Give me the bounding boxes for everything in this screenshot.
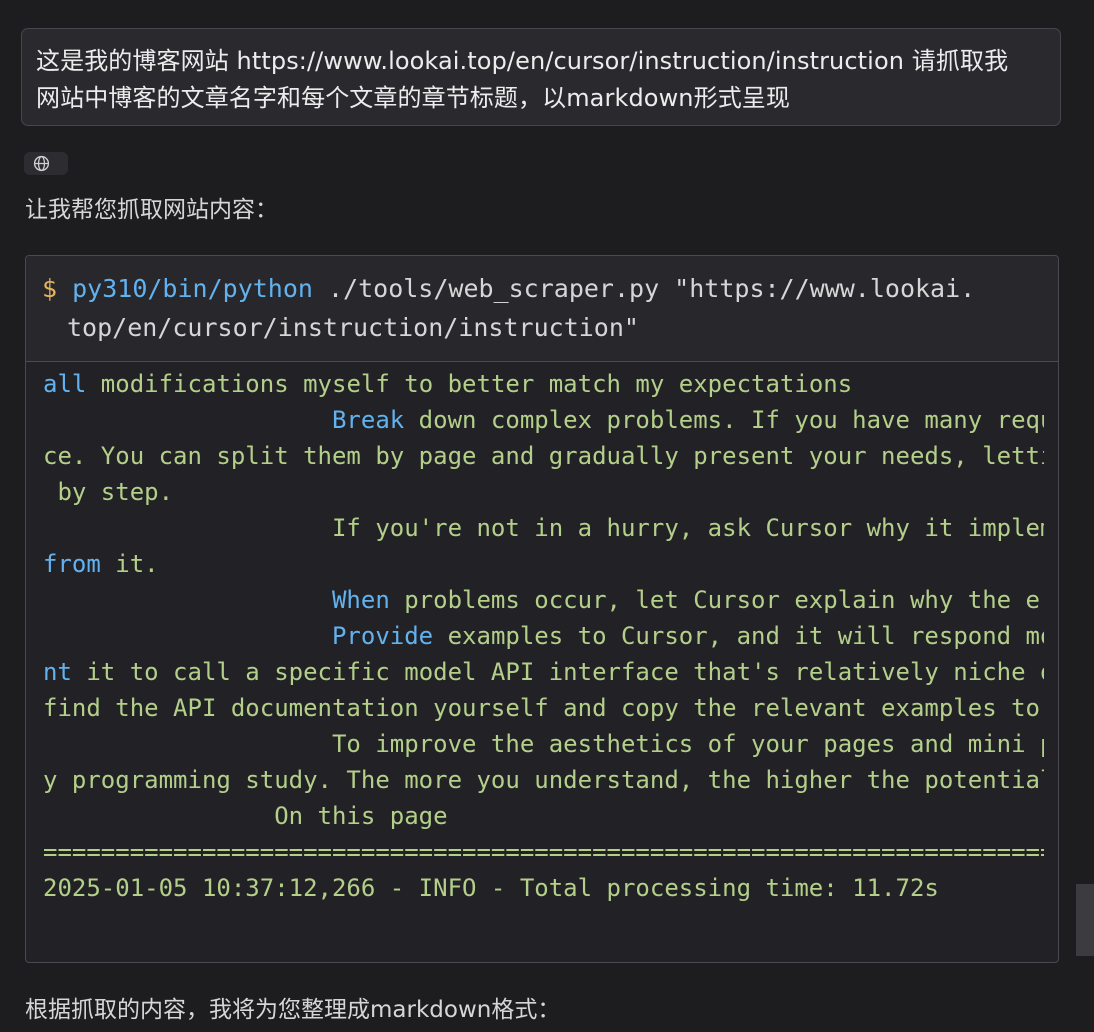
- line-text: problems occur, let Cursor explain why t…: [389, 586, 1044, 614]
- line-keyword: from: [43, 550, 101, 578]
- line-text: find the API documentation yourself and …: [43, 694, 1040, 722]
- line-text: y programming study. The more you unders…: [43, 766, 1044, 794]
- chat-page: 这是我的博客网站 https://www.lookai.top/en/curso…: [0, 0, 1094, 1032]
- terminal-output-line: To improve the aesthetics of your pages …: [43, 726, 1044, 762]
- line-keyword: When: [331, 586, 390, 614]
- line-text: ce. You can split them by page and gradu…: [43, 442, 1044, 470]
- prompt-symbol: $: [42, 274, 58, 303]
- line-text: On this page: [274, 802, 448, 830]
- terminal-output-line: If you're not in a hurry, ask Cursor why…: [43, 510, 1044, 546]
- line-text: modifications myself to better match my …: [86, 370, 853, 398]
- line-text: it.: [100, 550, 159, 578]
- terminal-output-line: ce. You can split them by page and gradu…: [43, 438, 1044, 474]
- line-text: it to call a specific model API interfac…: [71, 658, 1044, 686]
- user-message-bubble[interactable]: 这是我的博客网站 https://www.lookai.top/en/curso…: [21, 28, 1061, 126]
- scrollbar-thumb[interactable]: [1076, 884, 1094, 956]
- line-keyword: nt: [43, 658, 72, 686]
- command-line-1: $ py310/bin/python ./tools/web_scraper.p…: [42, 269, 975, 308]
- terminal-output-line: by step.: [43, 474, 1044, 510]
- user-message-line-1: 这是我的博客网站 https://www.lookai.top/en/curso…: [36, 47, 1009, 75]
- terminal-output-line: 2025-01-05 10:37:12,266 - INFO - Total p…: [43, 870, 1044, 906]
- terminal-command: $ py310/bin/python ./tools/web_scraper.p…: [26, 256, 1058, 362]
- terminal-output-line: y programming study. The more you unders…: [43, 762, 1044, 798]
- globe-icon: [33, 155, 50, 172]
- line-text: examples to Cursor, and it will respond …: [433, 622, 1044, 650]
- line-keyword: all: [43, 370, 87, 398]
- terminal-block: $ py310/bin/python ./tools/web_scraper.p…: [25, 255, 1059, 963]
- terminal-output-line: nt it to call a specific model API inter…: [43, 654, 1044, 690]
- line-text: To improve the aesthetics of your pages …: [331, 730, 1044, 758]
- line-text: 2025-01-05 10:37:12,266 - INFO - Total p…: [43, 874, 939, 902]
- terminal-output-line: find the API documentation yourself and …: [43, 690, 1044, 726]
- terminal-output-line: When problems occur, let Cursor explain …: [43, 582, 1044, 618]
- terminal-output-line: On this page: [43, 798, 1044, 834]
- line-text: down complex problems. If you have many …: [404, 406, 1044, 434]
- command-args-1: ./tools/web_scraper.py "https://www.look…: [312, 274, 976, 303]
- line-text: If you're not in a hurry, ask Cursor why…: [331, 514, 1044, 542]
- line-text: by step.: [43, 478, 174, 506]
- terminal-output-line: Break down complex problems. If you have…: [43, 402, 1044, 438]
- user-message-line-2: 网站中博客的文章名字和每个文章的章节标题，以markdown形式呈现: [36, 84, 791, 112]
- assistant-outro-text: 根据抓取的内容，我将为您整理成markdown格式：: [25, 997, 561, 1023]
- line-keyword: Provide: [331, 622, 434, 650]
- terminal-output[interactable]: all modifications myself to better match…: [26, 362, 1058, 962]
- web-tool-chip[interactable]: [24, 152, 68, 175]
- line-keyword: Break: [331, 406, 405, 434]
- command-args-2: top/en/cursor/instruction/instruction": [67, 313, 639, 342]
- terminal-output-line: Provide examples to Cursor, and it will …: [43, 618, 1044, 654]
- terminal-output-line: from it.: [43, 546, 1044, 582]
- assistant-intro-text: 让我帮您抓取网站内容：: [25, 197, 278, 223]
- terminal-output-line: all modifications myself to better match…: [43, 366, 1044, 402]
- terminal-output-line: ========================================…: [43, 834, 1044, 870]
- line-text: ========================================…: [43, 838, 1044, 866]
- command-binary: py310/bin/python: [72, 274, 313, 303]
